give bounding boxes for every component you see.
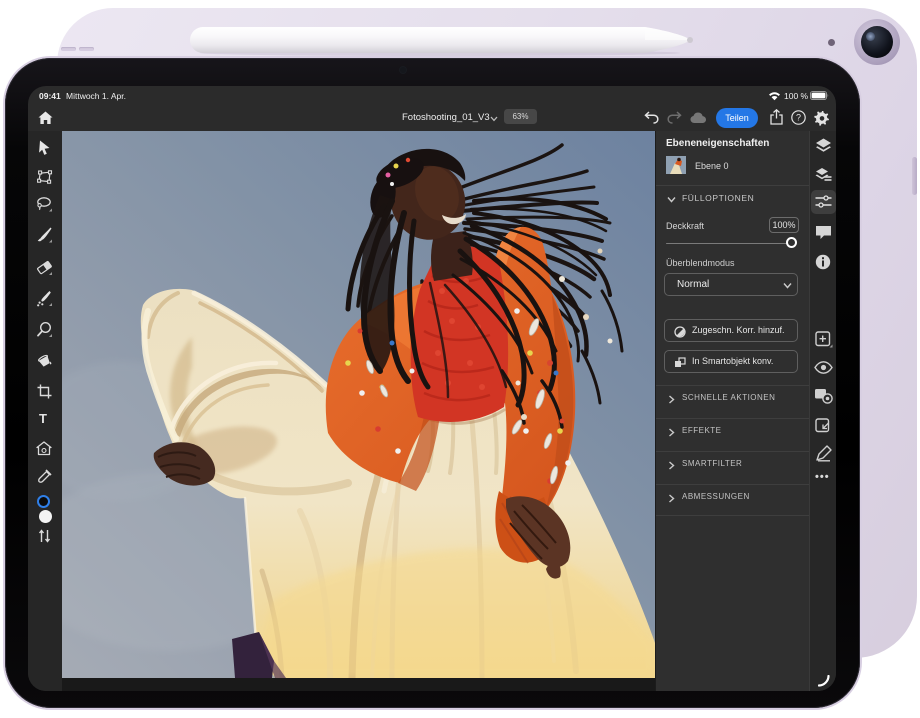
svg-text:?: ? [796, 113, 801, 123]
